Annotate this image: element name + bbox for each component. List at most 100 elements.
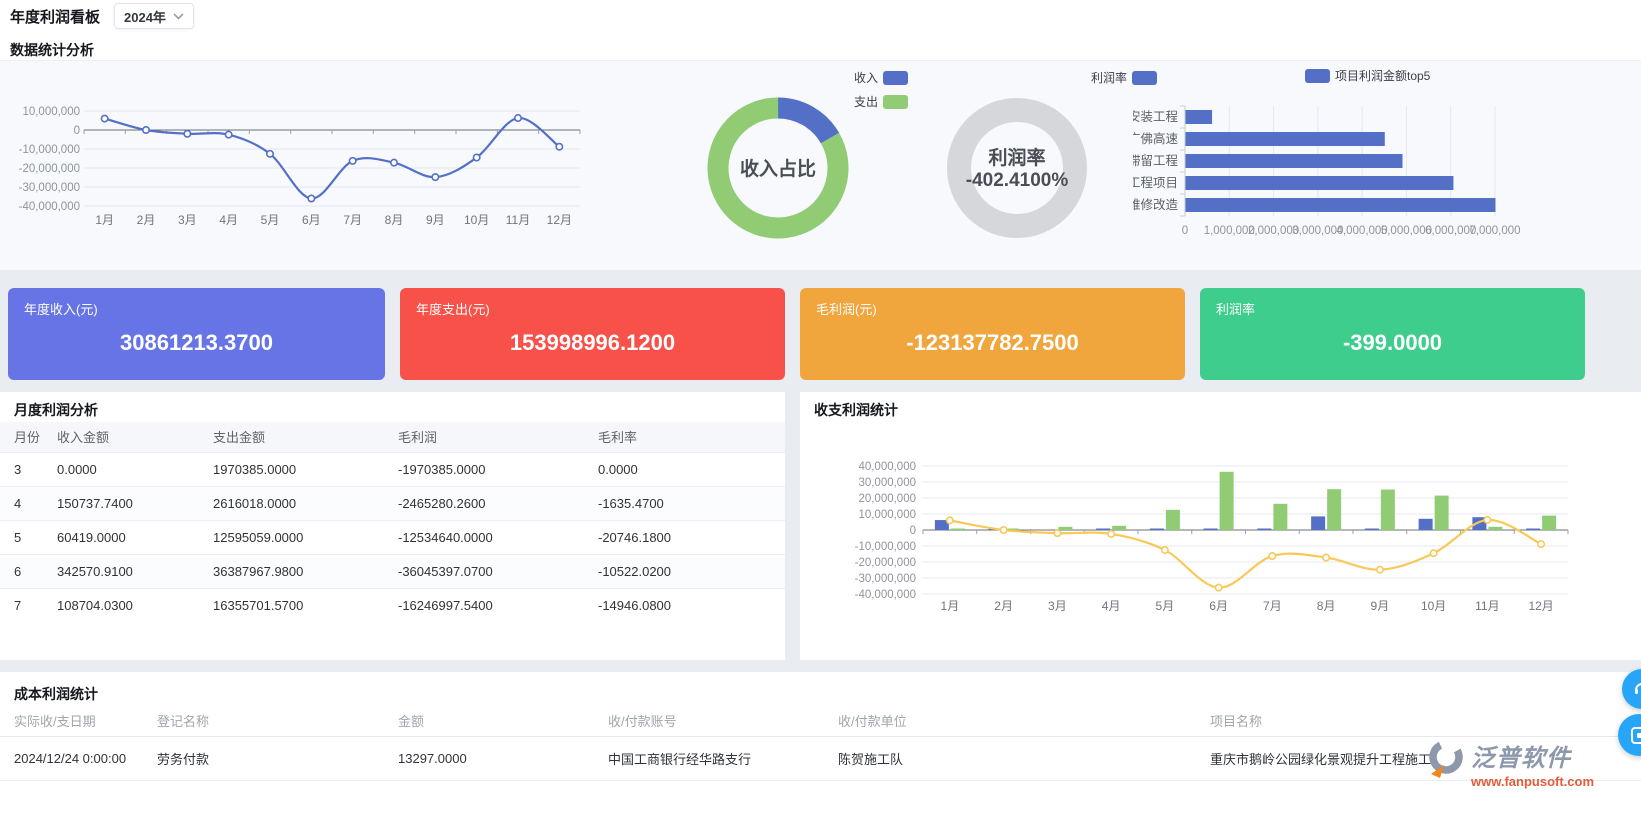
svg-text:7,000,000: 7,000,000 <box>1469 225 1520 237</box>
svg-text:3月: 3月 <box>178 213 197 227</box>
table-row: 30.00001970385.0000-1970385.00000.0000 <box>0 452 785 486</box>
svg-text:工程项目: 工程项目 <box>1133 175 1178 190</box>
table-row: 560419.000012595059.0000-12534640.0000-2… <box>0 520 785 554</box>
table-cell: -1635.4700 <box>584 486 785 520</box>
svg-text:10月: 10月 <box>464 213 489 227</box>
monthly-profit-table: 月份收入金额支出金额毛利润毛利率 30.00001970385.0000-197… <box>0 422 785 622</box>
svg-text:11月: 11月 <box>1475 599 1499 613</box>
svg-text:收入占比: 收入占比 <box>740 157 816 180</box>
svg-text:6月: 6月 <box>302 213 321 227</box>
svg-text:-30,000,000: -30,000,000 <box>855 573 916 585</box>
cost-profit-title: 成本利润统计 <box>14 684 98 704</box>
legend-swatch-icon <box>1305 69 1330 83</box>
svg-text:-20,000,000: -20,000,000 <box>855 557 916 569</box>
kpi-value: 153998996.1200 <box>400 330 785 356</box>
legend-item[interactable]: 支出 <box>854 93 908 110</box>
legend-swatch-icon <box>1132 71 1157 85</box>
kpi-label: 年度收入(元) <box>24 299 98 318</box>
svg-text:7月: 7月 <box>343 213 362 227</box>
svg-text:滞留工程: 滞留工程 <box>1133 153 1178 168</box>
legend-item[interactable]: 利润率 <box>1091 69 1157 86</box>
svg-text:0: 0 <box>74 125 80 137</box>
charts-row: 10,000,0000-10,000,000-20,000,000-30,000… <box>0 60 1641 270</box>
table-cell: -14946.0800 <box>584 588 785 622</box>
top-header: 年度利润看板 2024年 <box>0 0 1641 32</box>
svg-text:2月: 2月 <box>137 213 156 227</box>
table-cell: 12595059.0000 <box>199 520 384 554</box>
project-top5-legend[interactable]: 项目利润金额top5 <box>1305 67 1430 84</box>
column-header: 支出金额 <box>199 422 384 452</box>
table-header-row: 月份收入金额支出金额毛利润毛利率 <box>0 422 785 452</box>
table-row: 7108704.030016355701.5700-16246997.5400-… <box>0 588 785 622</box>
table-cell: 7 <box>0 588 43 622</box>
table-cell: 6 <box>0 554 43 588</box>
table-cell: 4 <box>0 486 43 520</box>
legend-label: 项目利润金额top5 <box>1335 67 1430 84</box>
column-header: 登记名称 <box>143 706 384 736</box>
svg-text:-20,000,000: -20,000,000 <box>19 163 80 175</box>
table-cell: 1970385.0000 <box>199 452 384 486</box>
legend-item[interactable]: 收入 <box>854 69 908 86</box>
table-cell: -10522.0200 <box>584 554 785 588</box>
table-cell: -12534640.0000 <box>384 520 584 554</box>
page-title: 年度利润看板 <box>10 6 100 27</box>
legend-label: 收入 <box>854 69 878 86</box>
kpi-value: -399.0000 <box>1200 330 1585 356</box>
svg-text:-402.4100%: -402.4100% <box>966 170 1069 191</box>
svg-text:6月: 6月 <box>1209 599 1228 613</box>
svg-text:4月: 4月 <box>1102 599 1121 613</box>
stats-section: 数据统计分析 10,000,0000-10,000,000-20,000,000… <box>0 32 1641 270</box>
income-ratio-legend[interactable]: 收入支出 <box>854 69 908 110</box>
kpi-card-gross-profit: 毛利润(元) -123137782.7500 <box>800 288 1185 380</box>
column-header: 收入金额 <box>43 422 199 452</box>
cost-profit-table: 实际收/支日期登记名称金额收/付款账号收/付款单位项目名称 2024/12/24… <box>0 706 1641 781</box>
kpi-value: -123137782.7500 <box>800 330 1185 356</box>
svg-text:12月: 12月 <box>547 213 572 227</box>
chevron-down-icon <box>173 13 184 20</box>
table-cell: 16355701.5700 <box>199 588 384 622</box>
legend-item[interactable]: 项目利润金额top5 <box>1305 67 1430 84</box>
column-header: 金额 <box>384 706 594 736</box>
svg-text:40,000,000: 40,000,000 <box>858 461 916 473</box>
svg-text:5月: 5月 <box>261 213 280 227</box>
table-cell: 13297.0000 <box>384 736 594 780</box>
watermark-brand: 泛普软件 <box>1471 738 1594 773</box>
project-top5-chart: 项目利润金额top5 01,000,0002,000,0003,000,0004… <box>1133 61 1641 271</box>
table-cell: -16246997.5400 <box>384 588 584 622</box>
kpi-label: 毛利润(元) <box>816 299 877 318</box>
table-cell: 2024/12/24 0:00:00 <box>0 736 143 780</box>
svg-text:0: 0 <box>1182 225 1188 237</box>
svg-text:10月: 10月 <box>1421 599 1446 613</box>
fanpu-logo-icon <box>1425 738 1467 780</box>
legend-label: 利润率 <box>1091 69 1127 86</box>
table-cell: 60419.0000 <box>43 520 199 554</box>
legend-label: 支出 <box>854 93 878 110</box>
svg-text:30,000,000: 30,000,000 <box>858 477 916 489</box>
kpi-card-annual-expense: 年度支出(元) 153998996.1200 <box>400 288 785 380</box>
qrcode-icon <box>1631 727 1641 744</box>
profit-rate-legend[interactable]: 利润率 <box>1091 69 1157 86</box>
legend-swatch-icon <box>883 71 908 85</box>
svg-text:-10,000,000: -10,000,000 <box>19 144 80 156</box>
column-header: 毛利润 <box>384 422 584 452</box>
table-cell: -20746.1800 <box>584 520 785 554</box>
income-expense-panel: 收支利润统计 40,000,00030,000,00020,000,00010,… <box>800 392 1641 660</box>
profit-trend-chart: 10,000,0000-10,000,000-20,000,000-30,000… <box>0 61 618 271</box>
svg-text:10,000,000: 10,000,000 <box>858 509 916 521</box>
project-top5-bar-chart: 01,000,0002,000,0003,000,0004,000,0005,0… <box>1133 61 1641 271</box>
year-select-dropdown[interactable]: 2024年 <box>114 3 194 29</box>
kpi-card-profit-rate: 利润率 -399.0000 <box>1200 288 1585 380</box>
svg-text:0: 0 <box>910 525 916 537</box>
svg-text:8月: 8月 <box>385 213 404 227</box>
legend-swatch-icon <box>883 95 908 109</box>
table-cell: 0.0000 <box>584 452 785 486</box>
svg-text:-10,000,000: -10,000,000 <box>855 541 916 553</box>
table-row: 2024/12/24 0:00:00劳务付款13297.0000中国工商银行经华… <box>0 736 1641 780</box>
column-header: 实际收/支日期 <box>0 706 143 736</box>
column-header: 收/付款单位 <box>824 706 1196 736</box>
svg-text:9月: 9月 <box>426 213 445 227</box>
kpi-value: 30861213.3700 <box>8 330 385 356</box>
svg-text:3月: 3月 <box>1048 599 1067 613</box>
column-header: 月份 <box>0 422 43 452</box>
table-cell: 中国工商银行经华路支行 <box>594 736 824 780</box>
